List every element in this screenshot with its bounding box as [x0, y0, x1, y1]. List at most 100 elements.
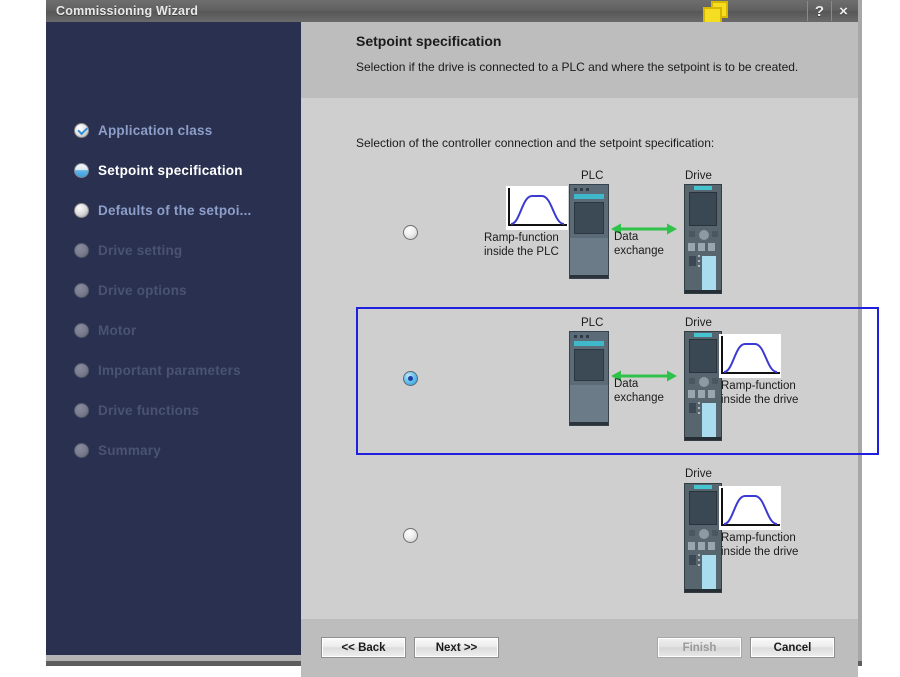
help-button[interactable]: ?: [809, 1, 830, 22]
drive-device-option1: [684, 184, 722, 294]
titlebar-divider-2: [831, 1, 832, 21]
drive-base: [685, 589, 721, 592]
plc-base: [570, 422, 608, 425]
sidebar-item-label: Drive functions: [98, 402, 200, 418]
sidebar-item-application-class[interactable]: Application class: [74, 110, 304, 150]
data-exchange-label-option1: Data exchange: [614, 231, 664, 258]
finish-button: Finish: [657, 637, 742, 658]
step-pending-icon: [74, 202, 89, 218]
plc-label-option1: PLC: [581, 170, 604, 182]
sidebar-item-drive-setting: Drive setting: [74, 230, 304, 270]
titlebar-divider: [807, 1, 808, 21]
drive-side-panel: [702, 256, 716, 292]
drive-button-right: [712, 231, 718, 237]
step-disabled-icon: [74, 442, 89, 458]
wizard-sidebar: Application class Setpoint specification…: [46, 22, 301, 655]
cascade-windows-icon[interactable]: [701, 1, 735, 24]
drive-label-option2: Drive: [685, 317, 712, 329]
data-exchange-line2: exchange: [614, 391, 664, 404]
data-exchange-line1: Data: [614, 378, 639, 390]
ramp-chart-option3: [719, 486, 781, 530]
ramp-caption-line2: inside the drive: [721, 545, 799, 558]
plc-lower-body: [570, 385, 608, 423]
drive-brand-strip: [694, 333, 712, 337]
drive-knob: [699, 230, 709, 240]
back-button[interactable]: << Back: [321, 637, 406, 658]
plc-display: [574, 349, 604, 381]
data-exchange-line2: exchange: [614, 244, 664, 257]
plc-device-option2: [569, 331, 609, 426]
drive-button-left: [689, 378, 695, 384]
sidebar-item-summary: Summary: [74, 430, 304, 470]
plc-status-dots: [574, 188, 590, 191]
drive-button-right: [712, 530, 718, 536]
sidebar-item-label: Summary: [98, 442, 161, 458]
drive-knob: [699, 377, 709, 387]
page-subtitle: Selection if the drive is connected to a…: [356, 60, 799, 74]
drive-button-row: [688, 243, 718, 251]
sidebar-item-label: Drive options: [98, 282, 187, 298]
ramp-caption-line1: Ramp-function: [721, 380, 796, 392]
drive-brand-strip: [694, 485, 712, 489]
sidebar-item-label: Important parameters: [98, 362, 241, 378]
drive-led-dots: [698, 402, 700, 416]
ramp-caption-line1: Ramp-function: [721, 532, 796, 544]
data-exchange-line1: Data: [614, 231, 639, 243]
drive-led-dots: [698, 554, 700, 568]
plc-status-dots: [574, 335, 590, 338]
drive-button-row: [688, 542, 718, 550]
drive-side-panel: [702, 555, 716, 591]
cancel-button[interactable]: Cancel: [750, 637, 835, 658]
plc-display: [574, 202, 604, 234]
titlebar-buttons: ? ×: [806, 0, 854, 22]
step-disabled-icon: [74, 242, 89, 258]
option-plc-ramp-row[interactable]: PLC Drive Data exchange Ramp-function in…: [356, 162, 879, 307]
radio-option-drive-ramp-standalone[interactable]: [403, 528, 418, 543]
window-title: Commissioning Wizard: [56, 4, 199, 18]
drive-label-option3: Drive: [685, 468, 712, 480]
plc-brand-strip: [574, 194, 604, 199]
drive-side-panel: [702, 403, 716, 439]
sidebar-item-label: Defaults of the setpoi...: [98, 202, 252, 218]
next-button[interactable]: Next >>: [414, 637, 499, 658]
screen-root: Commissioning Wizard ? × Application cla…: [0, 0, 900, 677]
drive-knob: [699, 529, 709, 539]
sidebar-item-important-parameters: Important parameters: [74, 350, 304, 390]
close-button[interactable]: ×: [833, 1, 854, 22]
drive-base: [685, 290, 721, 293]
sidebar-item-drive-options: Drive options: [74, 270, 304, 310]
option-drive-ramp-with-plc-row[interactable]: PLC Drive Data exchange Ramp-function in…: [356, 307, 879, 455]
drive-button-left: [689, 530, 695, 536]
drive-led-dots: [698, 255, 700, 269]
radio-option-drive-ramp-with-plc[interactable]: [403, 371, 418, 386]
ramp-chart-option2: [719, 334, 781, 378]
ramp-caption-option1: Ramp-function inside the PLC: [484, 232, 559, 259]
page-title: Setpoint specification: [356, 33, 502, 49]
wizard-main-panel: Setpoint specification Selection if the …: [301, 22, 879, 677]
radio-option-plc-ramp[interactable]: [403, 225, 418, 240]
sidebar-item-setpoint-specification[interactable]: Setpoint specification: [74, 150, 304, 190]
commissioning-wizard-window: Commissioning Wizard ? × Application cla…: [46, 0, 879, 677]
drive-base: [685, 437, 721, 440]
drive-display: [689, 339, 717, 373]
wizard-step-list: Application class Setpoint specification…: [74, 110, 304, 470]
ramp-chart-option1: [506, 186, 568, 230]
drive-ports: [689, 555, 696, 565]
plc-device-option1: [569, 184, 609, 279]
window-titlebar[interactable]: Commissioning Wizard ? ×: [46, 0, 858, 24]
plc-label-option2: PLC: [581, 317, 604, 329]
wizard-footer: << Back Next >> Finish Cancel: [301, 619, 858, 677]
sidebar-item-label: Drive setting: [98, 242, 183, 258]
plc-lower-body: [570, 238, 608, 276]
step-disabled-icon: [74, 322, 89, 338]
ramp-caption-line1: Ramp-function: [484, 232, 559, 244]
step-current-icon: [74, 162, 89, 178]
ramp-caption-line2: inside the PLC: [484, 245, 559, 258]
plc-base: [570, 275, 608, 278]
sidebar-item-defaults-of-the-setpoint[interactable]: Defaults of the setpoi...: [74, 190, 304, 230]
sidebar-item-drive-functions: Drive functions: [74, 390, 304, 430]
sidebar-item-label: Motor: [98, 322, 137, 338]
panel-header: Setpoint specification Selection if the …: [301, 22, 858, 98]
option-drive-ramp-standalone-row[interactable]: Drive Ramp-function inside the drive: [356, 462, 879, 602]
drive-display: [689, 192, 717, 226]
